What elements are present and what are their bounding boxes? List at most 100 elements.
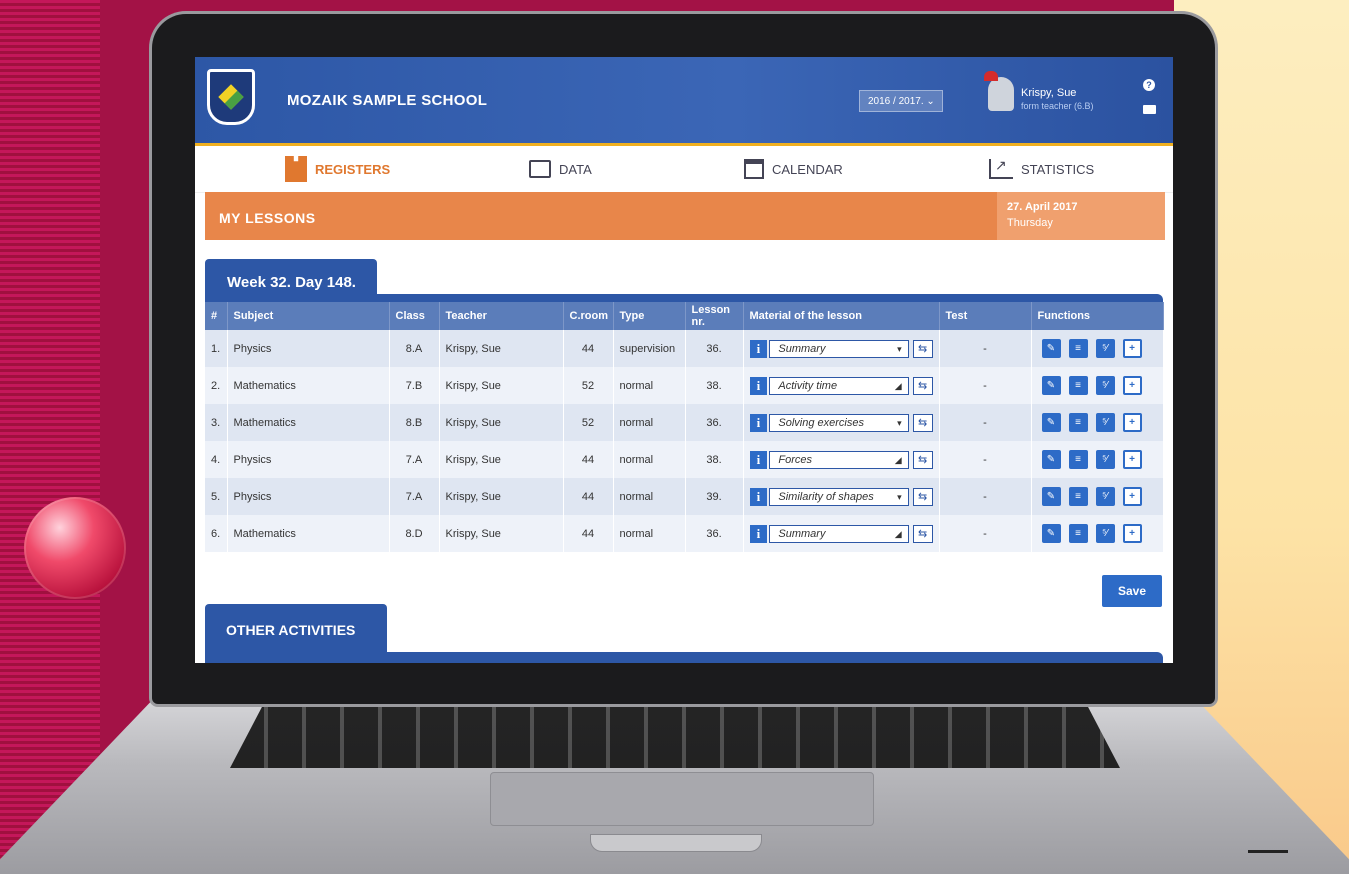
nav-statistics[interactable]: STATISTICS bbox=[989, 146, 1094, 192]
laptop-trackpad bbox=[490, 772, 874, 826]
add-icon[interactable]: + bbox=[1122, 450, 1142, 469]
material-field[interactable]: Solving exercises ▾ bbox=[769, 413, 909, 432]
test-cell: - bbox=[939, 441, 1032, 478]
grade-icon[interactable]: ⁵⁄ bbox=[1095, 376, 1115, 395]
add-icon[interactable]: + bbox=[1122, 413, 1142, 432]
swap-icon[interactable]: ⇆ bbox=[912, 524, 933, 543]
material-value: Solving exercises bbox=[778, 416, 864, 429]
row-number: 5. bbox=[205, 478, 228, 515]
grade-icon[interactable]: ⁵⁄ bbox=[1095, 339, 1115, 358]
dropdown-caret-icon: ▾ bbox=[897, 417, 902, 428]
lesson-number-cell: 38. bbox=[685, 441, 744, 478]
classroom-cell: 44 bbox=[563, 515, 614, 552]
column-header: Material of the lesson bbox=[743, 302, 940, 330]
add-icon[interactable]: + bbox=[1122, 524, 1142, 543]
table-topbar bbox=[205, 294, 1163, 302]
school-logo[interactable] bbox=[207, 69, 255, 125]
row-number: 4. bbox=[205, 441, 228, 478]
info-icon[interactable]: i bbox=[749, 487, 768, 506]
subject-cell: Physics bbox=[227, 330, 390, 367]
class-cell: 7.A bbox=[389, 441, 440, 478]
nav-registers-label: REGISTERS bbox=[315, 161, 391, 177]
classroom-cell: 52 bbox=[563, 404, 614, 441]
school-year-select[interactable]: 2016 / 2017. ⌄ bbox=[859, 90, 943, 112]
info-icon[interactable]: i bbox=[749, 376, 768, 395]
test-cell: - bbox=[939, 404, 1032, 441]
test-cell: - bbox=[939, 515, 1032, 552]
grade-icon[interactable]: ⁵⁄ bbox=[1095, 524, 1115, 543]
add-icon[interactable]: + bbox=[1122, 376, 1142, 395]
main-nav: REGISTERS DATA CALENDAR STATISTICS bbox=[195, 146, 1173, 193]
table-row: 2. Mathematics 7.B Krispy, Sue 52 normal 38. i A… bbox=[205, 367, 1164, 404]
material-cell: i Solving exercises ▾ ⇆ bbox=[743, 404, 940, 441]
add-icon[interactable]: + bbox=[1122, 339, 1142, 358]
absence-icon[interactable]: ≡ bbox=[1068, 413, 1088, 432]
test-cell: - bbox=[939, 330, 1032, 367]
date-box: 27. April 2017 Thursday bbox=[997, 192, 1165, 240]
swap-icon[interactable]: ⇆ bbox=[912, 450, 933, 469]
swap-icon[interactable]: ⇆ bbox=[912, 413, 933, 432]
info-icon[interactable]: i bbox=[749, 339, 768, 358]
material-value: Activity time bbox=[778, 379, 838, 392]
decorative-bubble bbox=[24, 497, 126, 599]
classroom-cell: 44 bbox=[563, 330, 614, 367]
resize-handle-icon: ◢ bbox=[894, 528, 902, 539]
class-cell: 8.B bbox=[389, 404, 440, 441]
registers-icon bbox=[285, 156, 307, 182]
info-icon[interactable]: i bbox=[749, 524, 768, 543]
absence-icon[interactable]: ≡ bbox=[1068, 339, 1088, 358]
swap-icon[interactable]: ⇆ bbox=[912, 487, 933, 506]
info-icon[interactable]: i bbox=[749, 450, 768, 469]
type-cell: supervision bbox=[613, 330, 686, 367]
teacher-cell: Krispy, Sue bbox=[439, 367, 564, 404]
table-header-row: # Subject Class Teacher C.room Type Lesson nr.… bbox=[205, 302, 1164, 330]
grade-icon[interactable]: ⁵⁄ bbox=[1095, 450, 1115, 469]
column-header: Functions bbox=[1031, 302, 1164, 330]
class-cell: 7.B bbox=[389, 367, 440, 404]
column-header: # bbox=[205, 302, 228, 330]
material-field[interactable]: Forces ◢ bbox=[769, 450, 909, 469]
material-field[interactable]: Similarity of shapes ▾ bbox=[769, 487, 909, 506]
material-field[interactable]: Activity time ◢ bbox=[769, 376, 909, 395]
absence-icon[interactable]: ≡ bbox=[1068, 376, 1088, 395]
swap-icon[interactable]: ⇆ bbox=[912, 339, 933, 358]
user-name[interactable]: Krispy, Sue bbox=[1021, 87, 1076, 99]
nav-calendar[interactable]: CALENDAR bbox=[744, 146, 843, 192]
other-activities-tab[interactable]: OTHER ACTIVITIES bbox=[205, 604, 387, 652]
laptop-keyboard bbox=[230, 700, 1120, 768]
swap-icon[interactable]: ⇆ bbox=[912, 376, 933, 395]
absence-icon[interactable]: ≡ bbox=[1068, 450, 1088, 469]
info-icon[interactable]: i bbox=[749, 413, 768, 432]
app-header: MOZAIK SAMPLE SCHOOL 2016 / 2017. ⌄ Kris… bbox=[195, 57, 1173, 143]
edit-icon[interactable]: ✎ bbox=[1041, 487, 1061, 506]
week-tab[interactable]: Week 32. Day 148. bbox=[205, 259, 377, 294]
material-field[interactable]: Summary ◢ bbox=[769, 524, 909, 543]
class-cell: 8.A bbox=[389, 330, 440, 367]
material-field[interactable]: Summary ▾ bbox=[769, 339, 909, 358]
save-button[interactable]: Save bbox=[1102, 575, 1162, 607]
functions-cell: ✎ ≡ ⁵⁄ + bbox=[1031, 441, 1164, 478]
grade-icon[interactable]: ⁵⁄ bbox=[1095, 487, 1115, 506]
absence-icon[interactable]: ≡ bbox=[1068, 524, 1088, 543]
absence-icon[interactable]: ≡ bbox=[1068, 487, 1088, 506]
add-icon[interactable]: + bbox=[1122, 487, 1142, 506]
column-header: Teacher bbox=[439, 302, 564, 330]
nav-data[interactable]: DATA bbox=[529, 146, 592, 192]
lesson-number-cell: 36. bbox=[685, 515, 744, 552]
help-icon[interactable]: ? bbox=[1143, 79, 1155, 91]
laptop-led bbox=[1248, 850, 1288, 853]
edit-icon[interactable]: ✎ bbox=[1041, 524, 1061, 543]
edit-icon[interactable]: ✎ bbox=[1041, 413, 1061, 432]
edit-icon[interactable]: ✎ bbox=[1041, 339, 1061, 358]
column-header: C.room bbox=[563, 302, 614, 330]
user-avatar[interactable] bbox=[984, 71, 1014, 111]
edit-icon[interactable]: ✎ bbox=[1041, 376, 1061, 395]
resize-handle-icon: ◢ bbox=[894, 380, 902, 391]
nav-registers[interactable]: REGISTERS bbox=[285, 146, 390, 192]
type-cell: normal bbox=[613, 478, 686, 515]
grade-icon[interactable]: ⁵⁄ bbox=[1095, 413, 1115, 432]
edit-icon[interactable]: ✎ bbox=[1041, 450, 1061, 469]
functions-cell: ✎ ≡ ⁵⁄ + bbox=[1031, 404, 1164, 441]
teacher-cell: Krispy, Sue bbox=[439, 330, 564, 367]
mail-icon[interactable] bbox=[1143, 105, 1156, 114]
